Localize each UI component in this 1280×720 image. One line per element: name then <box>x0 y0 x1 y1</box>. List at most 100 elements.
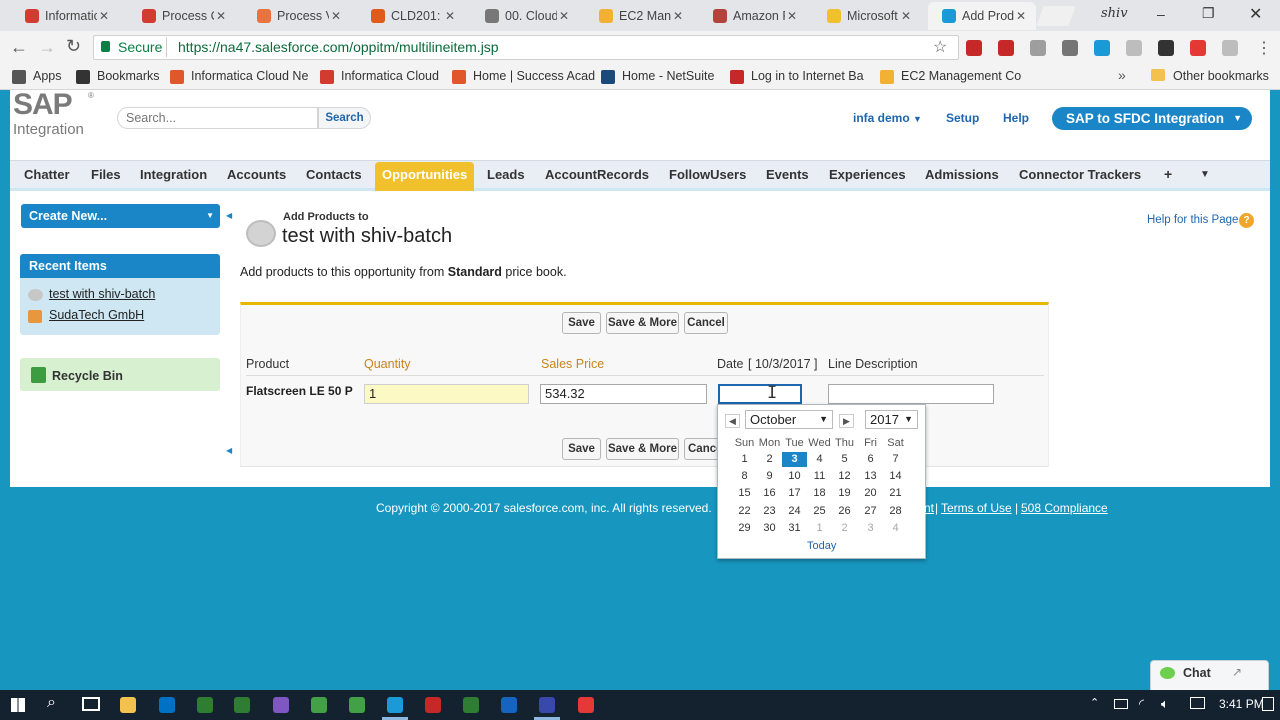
search-button[interactable]: Search <box>318 107 371 129</box>
tab-close-icon[interactable]: ✕ <box>673 9 683 23</box>
taskbar-app-icon[interactable] <box>578 697 594 713</box>
bookmark-item[interactable]: Log in to Internet Ba <box>751 69 864 83</box>
recycle-bin-link[interactable]: Recycle Bin <box>52 369 123 383</box>
terms-link[interactable]: Terms of Use <box>941 501 1012 515</box>
calendar-day[interactable]: 21 <box>883 486 908 501</box>
calendar-day[interactable]: 5 <box>832 452 857 467</box>
calendar-day[interactable]: 2 <box>757 452 782 467</box>
calendar-day[interactable]: 27 <box>858 504 883 519</box>
calendar-day[interactable]: 11 <box>807 469 832 484</box>
calendar-day[interactable]: 3 <box>858 521 883 536</box>
nav-tab-experiences[interactable]: Experiences <box>829 167 906 182</box>
notifications-icon[interactable] <box>1262 697 1274 711</box>
windows-start-icon[interactable] <box>11 698 25 712</box>
tab-close-icon[interactable]: ✕ <box>216 9 226 23</box>
prev-month-icon[interactable]: ◀ <box>725 414 740 428</box>
calendar-day[interactable]: 4 <box>883 521 908 536</box>
calendar-day[interactable]: 23 <box>757 504 782 519</box>
next-month-icon[interactable]: ▶ <box>839 414 854 428</box>
extension-icon[interactable] <box>1190 40 1206 56</box>
search-input[interactable] <box>117 107 318 129</box>
tab-close-icon[interactable]: ✕ <box>445 9 455 23</box>
calendar-day[interactable]: 6 <box>858 452 883 467</box>
expand-sidebar-icon[interactable]: ◀ <box>226 446 232 455</box>
calendar-day[interactable]: 30 <box>757 521 782 536</box>
calendar-day[interactable]: 3 <box>782 452 807 467</box>
bookmark-item[interactable]: Apps <box>33 69 62 83</box>
bookmark-item[interactable]: Home | Success Acad <box>473 69 595 83</box>
nav-tab-admissions[interactable]: Admissions <box>925 167 999 182</box>
user-menu[interactable]: infa demo ▼ <box>853 111 922 125</box>
extension-icon[interactable] <box>1094 40 1110 56</box>
tab-close-icon[interactable]: ✕ <box>99 9 109 23</box>
calendar-day[interactable]: 17 <box>782 486 807 501</box>
help-icon[interactable]: ? <box>1239 213 1254 228</box>
extension-icon[interactable] <box>1158 40 1174 56</box>
cancel-button-top[interactable]: Cancel <box>684 312 728 334</box>
logo-text[interactable]: SAP <box>13 88 73 122</box>
browser-tab[interactable]: Informatic ✕ <box>11 2 119 30</box>
forward-icon[interactable]: → <box>38 37 56 58</box>
calendar-day[interactable]: 18 <box>807 486 832 501</box>
task-view-icon[interactable] <box>82 697 100 711</box>
keyboard-icon[interactable] <box>1190 697 1205 709</box>
profile-name[interactable]: shiv <box>1101 6 1128 21</box>
tray-chevron-icon[interactable]: ⌃ <box>1090 696 1099 709</box>
calendar-day[interactable]: 2 <box>832 521 857 536</box>
footer-partial-link[interactable]: nt <box>924 501 934 515</box>
calendar-day[interactable]: 20 <box>858 486 883 501</box>
calendar-day[interactable]: 25 <box>807 504 832 519</box>
app-menu-button[interactable]: SAP to SFDC Integration ▼ <box>1052 107 1252 130</box>
taskbar-app-icon[interactable] <box>501 697 517 713</box>
calendar-day[interactable]: 22 <box>732 504 757 519</box>
browser-menu-icon[interactable]: ⋮ <box>1256 38 1272 58</box>
extension-icon[interactable] <box>1222 40 1238 56</box>
calendar-day[interactable]: 1 <box>732 452 757 467</box>
browser-tab[interactable]: EC2 Mana✕ <box>585 2 693 30</box>
calendar-day[interactable]: 7 <box>883 452 908 467</box>
save-more-button-bottom[interactable]: Save & More <box>606 438 679 460</box>
calendar-day[interactable]: 24 <box>782 504 807 519</box>
date-input[interactable] <box>718 384 802 404</box>
nav-tab-followusers[interactable]: FollowUsers <box>669 167 746 182</box>
other-bookmarks[interactable]: Other bookmarks <box>1173 69 1269 83</box>
collapse-sidebar-icon[interactable]: ◀ <box>226 211 232 220</box>
nav-tab-integration[interactable]: Integration <box>140 167 207 182</box>
browser-tab[interactable]: CLD201: V✕ <box>357 2 465 30</box>
chat-popout-icon[interactable]: ↗ <box>1232 665 1242 679</box>
save-more-button-top[interactable]: Save & More <box>606 312 679 334</box>
calendar-day[interactable]: 16 <box>757 486 782 501</box>
recent-item-opportunity[interactable]: test with shiv-batch <box>49 287 155 301</box>
calendar-day[interactable]: 13 <box>858 469 883 484</box>
browser-tab[interactable]: Process C ✕ <box>128 2 236 30</box>
tab-close-icon[interactable]: ✕ <box>1016 9 1026 23</box>
wifi-icon[interactable]: ◜ <box>1139 696 1144 712</box>
url-text[interactable]: https://na47.salesforce.com/oppitm/multi… <box>178 39 499 55</box>
nav-tab-accounts[interactable]: Accounts <box>227 167 286 182</box>
taskbar-app-icon[interactable] <box>234 697 250 713</box>
clock[interactable]: 3:41 PM <box>1219 697 1264 711</box>
calendar-day[interactable]: 26 <box>832 504 857 519</box>
calendar-day[interactable]: 19 <box>832 486 857 501</box>
sales-price-input[interactable]: 534.32 <box>540 384 707 404</box>
nav-more-chevron-icon[interactable]: ▼ <box>1200 169 1210 180</box>
month-select[interactable]: October ▼ <box>745 410 833 429</box>
browser-tab[interactable]: Amazon R✕ <box>699 2 807 30</box>
extension-icon[interactable] <box>966 40 982 56</box>
volume-icon[interactable]: 🔈︎ <box>1161 696 1169 712</box>
compliance-link[interactable]: 508 Compliance <box>1021 501 1108 515</box>
help-link[interactable]: Help <box>1003 111 1029 125</box>
add-tab-icon[interactable]: + <box>1164 166 1172 182</box>
bookmark-item[interactable]: Bookmarks <box>97 69 160 83</box>
save-button-top[interactable]: Save <box>562 312 601 334</box>
calendar-day[interactable]: 12 <box>832 469 857 484</box>
taskbar-app-icon[interactable] <box>539 697 555 713</box>
taskbar-app-icon[interactable] <box>311 697 327 713</box>
calendar-day[interactable]: 9 <box>757 469 782 484</box>
browser-tab[interactable]: Microsoft ✕ <box>813 2 921 30</box>
battery-icon[interactable] <box>1114 699 1128 709</box>
browser-tab[interactable]: Add Prod ✕ <box>928 2 1036 30</box>
browser-tab[interactable]: Process V ✕ <box>243 2 351 30</box>
recent-item-account[interactable]: SudaTech GmbH <box>49 308 144 322</box>
calendar-day[interactable]: 28 <box>883 504 908 519</box>
